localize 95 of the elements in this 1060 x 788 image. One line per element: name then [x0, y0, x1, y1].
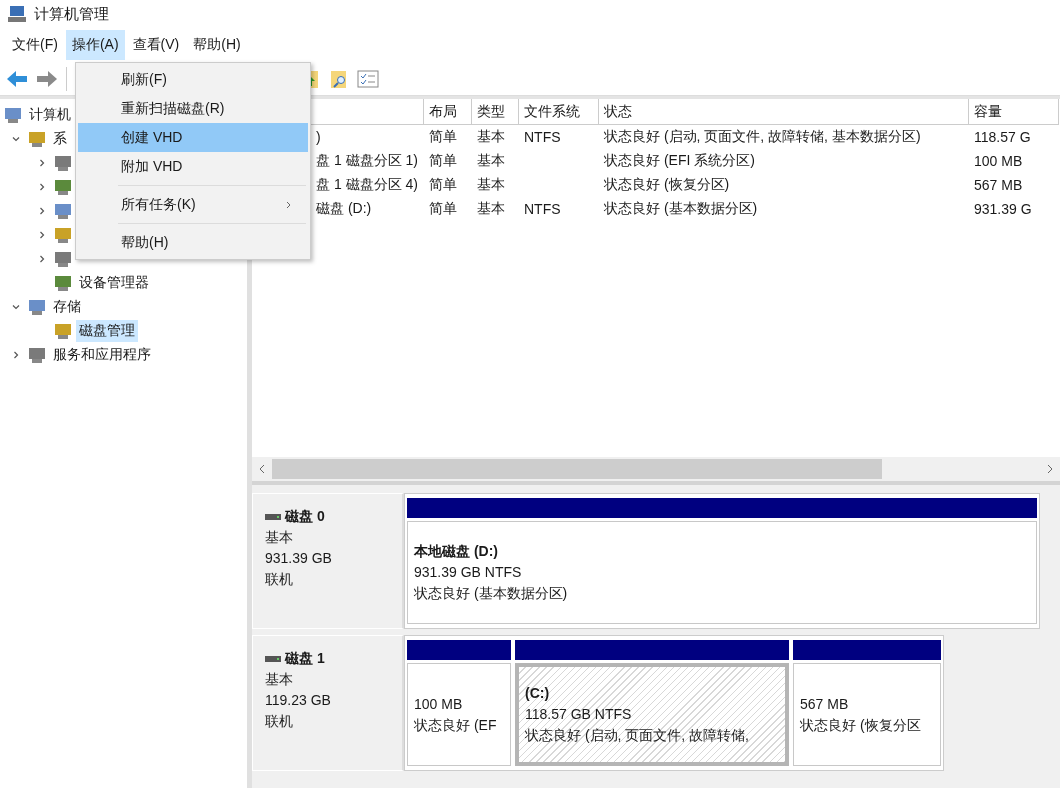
disk-size: 931.39 GB	[265, 549, 333, 568]
menu-item[interactable]: 操作(A)	[65, 30, 125, 60]
menu-option[interactable]: 帮助(H)	[78, 228, 308, 257]
table-cell: 基本	[477, 200, 505, 218]
menu-option[interactable]: 创建 VHD	[78, 123, 308, 152]
chevron-right-icon[interactable]	[38, 207, 46, 215]
partition-title: (C:)	[525, 684, 551, 703]
chevron-down-icon[interactable]	[12, 303, 20, 311]
table-cell: 状态良好 (启动, 页面文件, 故障转储, 基本数据分区)	[604, 128, 921, 146]
disk-status: 联机	[265, 570, 294, 589]
partition-status: 状态良好 (EF	[414, 715, 498, 735]
table-cell: )	[316, 129, 321, 145]
partition-size: 100 MB	[414, 694, 464, 714]
tree-node-icon	[54, 154, 72, 172]
disk-name: 磁盘 0	[285, 507, 325, 526]
table-cell: 磁盘 (D:)	[316, 200, 372, 218]
scroll-right-icon[interactable]	[1046, 464, 1054, 474]
chevron-right-icon[interactable]	[38, 159, 46, 167]
table-cell: 100 MB	[974, 153, 1023, 169]
table-cell: 简单	[429, 176, 457, 194]
drive-icon	[265, 512, 281, 521]
table-cell: 基本	[477, 152, 505, 170]
menu-option[interactable]: 重新扫描磁盘(R)	[78, 94, 308, 123]
partition-size: 118.57 GB NTFS	[525, 705, 633, 724]
menu-item[interactable]: 查看(V)	[126, 30, 186, 60]
partition-block[interactable]: 567 MB 状态良好 (恢复分区	[793, 663, 941, 766]
tree-node-icon	[54, 178, 72, 196]
tree-node-icon	[4, 106, 22, 124]
tree-item[interactable]: 系	[50, 128, 70, 150]
partition-block[interactable]: (C:) 118.57 GB NTFS 状态良好 (启动, 页面文件, 故障转储,	[515, 663, 789, 766]
table-cell: 基本	[477, 176, 505, 194]
disk-type: 基本	[265, 670, 294, 689]
table-cell: 简单	[429, 152, 457, 170]
back-arrow-icon[interactable]	[6, 69, 28, 88]
column-header[interactable]: 容量	[969, 99, 1059, 125]
table-cell: NTFS	[524, 129, 561, 145]
scroll-left-icon[interactable]	[258, 464, 266, 474]
chevron-right-icon[interactable]	[38, 183, 46, 191]
column-header[interactable]: 文件系统	[519, 99, 599, 125]
table-cell: 118.57 G	[974, 129, 1031, 145]
checklist-icon[interactable]	[357, 69, 379, 88]
disk-type: 基本	[265, 528, 294, 547]
tree-node-icon	[54, 250, 72, 268]
partition-status: 状态良好 (恢复分区	[800, 715, 922, 735]
partition-title: 本地磁盘 (D:)	[414, 542, 499, 561]
tree-node-icon	[28, 130, 46, 148]
column-header[interactable]: 状态	[599, 99, 969, 125]
forward-arrow-icon[interactable]	[36, 69, 58, 88]
column-header[interactable]: 类型	[472, 99, 519, 125]
partition-status: 状态良好 (基本数据分区)	[414, 584, 569, 603]
horizontal-scrollbar[interactable]	[252, 457, 1060, 481]
folder-search-icon[interactable]	[329, 68, 349, 89]
partition-block[interactable]: 本地磁盘 (D:) 931.39 GB NTFS 状态良好 (基本数据分区)	[407, 521, 1037, 624]
menu-item[interactable]: 文件(F)	[6, 30, 64, 60]
table-cell: 基本	[477, 128, 505, 146]
table-cell: 简单	[429, 200, 457, 218]
table-cell: 盘 1 磁盘分区 4)	[316, 176, 418, 194]
tree-item[interactable]: 计算机	[26, 104, 74, 126]
chevron-right-icon[interactable]	[38, 255, 46, 263]
column-header[interactable]: 布局	[424, 99, 472, 125]
chevron-right-icon[interactable]	[38, 231, 46, 239]
menu-option[interactable]: 刷新(F)	[78, 65, 308, 94]
tree-node-icon	[54, 274, 72, 292]
table-cell: 状态良好 (恢复分区)	[604, 176, 730, 194]
computer-icon	[8, 5, 26, 23]
tree-node-icon	[54, 202, 72, 220]
tree-node-icon	[54, 322, 72, 340]
tree-item[interactable]: 设备管理器	[76, 272, 152, 294]
table-cell: 931.39 G	[974, 201, 1032, 217]
tree-node-icon	[28, 298, 46, 316]
partition-status: 状态良好 (启动, 页面文件, 故障转储,	[525, 726, 750, 745]
disk-size: 119.23 GB	[265, 691, 332, 710]
partition-size: 567 MB	[800, 694, 850, 714]
table-cell: 简单	[429, 128, 457, 146]
table-cell: 状态良好 (基本数据分区)	[604, 200, 758, 218]
disk-name: 磁盘 1	[285, 649, 325, 668]
table-cell: NTFS	[524, 201, 561, 217]
window-title: 计算机管理	[34, 4, 109, 24]
table-cell: 状态良好 (EFI 系统分区)	[604, 152, 755, 170]
disk-status: 联机	[265, 712, 294, 731]
tree-item[interactable]: 服务和应用程序	[50, 344, 154, 366]
partition-block[interactable]: 100 MB 状态良好 (EF	[407, 663, 511, 766]
tree-node-icon	[54, 226, 72, 244]
partition-size: 931.39 GB NTFS	[414, 563, 523, 582]
drive-icon	[265, 654, 281, 663]
menu-option[interactable]: 所有任务(K)	[78, 190, 308, 219]
menu-option[interactable]: 附加 VHD	[78, 152, 308, 181]
chevron-down-icon[interactable]	[12, 135, 20, 143]
menu-item[interactable]: 帮助(H)	[187, 30, 247, 60]
tree-item[interactable]: 磁盘管理	[76, 320, 138, 342]
table-cell: 567 MB	[974, 177, 1023, 193]
table-cell: 盘 1 磁盘分区 1)	[316, 152, 418, 170]
tree-node-icon	[28, 346, 46, 364]
chevron-right-icon[interactable]	[12, 351, 20, 359]
tree-item[interactable]: 存储	[50, 296, 84, 318]
